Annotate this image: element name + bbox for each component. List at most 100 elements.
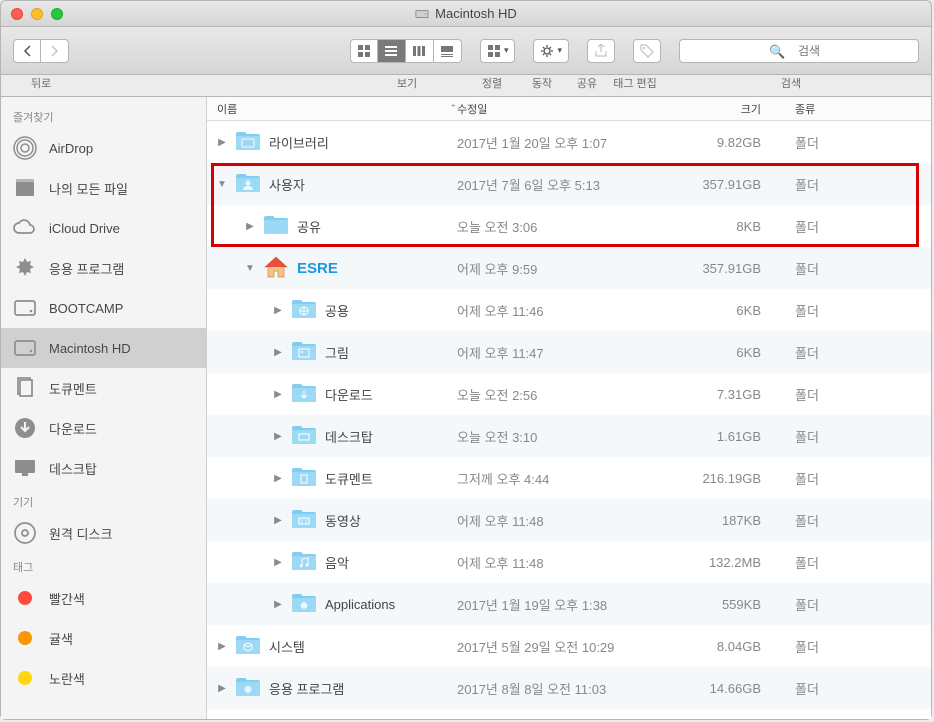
tagedit-label: 태그 편집: [607, 75, 663, 91]
view-coverflow-button[interactable]: [434, 39, 462, 63]
folder-apps-icon: [291, 592, 317, 617]
action-button[interactable]: ▾: [533, 39, 569, 63]
sidebar-item[interactable]: 나의 모든 파일: [1, 168, 206, 208]
disclosure-triangle[interactable]: ▶: [273, 473, 283, 484]
file-kind: 폴더: [791, 679, 931, 698]
sidebar-item-label: AirDrop: [49, 141, 93, 156]
toolbar-labels: 뒤로 보기 정렬 동작 공유 태그 편집 검색: [1, 75, 931, 97]
sidebar-item[interactable]: 노란색: [1, 658, 206, 698]
col-date-header[interactable]: 수정일: [457, 101, 681, 117]
sidebar-item[interactable]: 다운로드: [1, 408, 206, 448]
file-row[interactable]: ▼ESRE어제 오후 9:59357.91GB폴더: [207, 247, 931, 289]
file-size: 9.82GB: [681, 135, 791, 150]
disclosure-triangle[interactable]: ▶: [273, 305, 283, 316]
tag-edit-button[interactable]: [633, 39, 661, 63]
disclosure-triangle[interactable]: ▶: [217, 137, 227, 148]
file-name: ESRE: [297, 260, 338, 277]
file-size: 187KB: [681, 513, 791, 528]
search-input[interactable]: [679, 39, 919, 63]
sidebar-item[interactable]: 원격 디스크: [1, 513, 206, 553]
col-name-header[interactable]: 이름⌃: [207, 101, 457, 117]
folder-pics-icon: [291, 340, 317, 365]
hd-icon: [11, 334, 39, 362]
file-row[interactable]: ▶라이브러리2017년 1월 20일 오후 1:079.82GB폴더: [207, 121, 931, 163]
forward-button[interactable]: [41, 39, 69, 63]
file-row[interactable]: ▶음악어제 오후 11:48132.2MB폴더: [207, 541, 931, 583]
file-kind: 폴더: [791, 133, 931, 152]
back-button[interactable]: [13, 39, 41, 63]
file-size: 559KB: [681, 597, 791, 612]
file-row[interactable]: ▶공용어제 오후 11:466KB폴더: [207, 289, 931, 331]
file-kind: 폴더: [791, 385, 931, 404]
file-size: 7.31GB: [681, 387, 791, 402]
file-row[interactable]: ▶도큐멘트그저께 오후 4:44216.19GB폴더: [207, 457, 931, 499]
search-field[interactable]: 🔍: [679, 39, 919, 63]
disclosure-triangle[interactable]: ▶: [273, 515, 283, 526]
disclosure-triangle[interactable]: ▶: [273, 347, 283, 358]
disclosure-triangle[interactable]: ▶: [273, 599, 283, 610]
body: 즐겨찾기AirDrop나의 모든 파일iCloud Drive응용 프로그램BO…: [1, 97, 931, 719]
sidebar-item-label: 다운로드: [49, 419, 97, 438]
toolbar: ▾ ▾ 🔍: [1, 27, 931, 75]
sidebar-item-label: 귤색: [49, 629, 73, 648]
view-column-button[interactable]: [406, 39, 434, 63]
sidebar-item[interactable]: 빨간색: [1, 578, 206, 618]
file-row[interactable]: ▶응용 프로그램2017년 8월 8일 오전 11:0314.66GB폴더: [207, 667, 931, 709]
file-row[interactable]: ▶시스템2017년 5월 29일 오전 10:298.04GB폴더: [207, 625, 931, 667]
view-list-button[interactable]: [378, 39, 406, 63]
sidebar-item[interactable]: AirDrop: [1, 128, 206, 168]
file-date: 2017년 8월 8일 오전 11:03: [457, 679, 681, 698]
file-row[interactable]: ▶공유오늘 오전 3:068KB폴더: [207, 205, 931, 247]
maximize-button[interactable]: [51, 8, 63, 20]
disclosure-triangle[interactable]: ▶: [273, 431, 283, 442]
file-row[interactable]: ▶Applications2017년 1월 19일 오후 1:38559KB폴더: [207, 583, 931, 625]
disclosure-triangle[interactable]: ▶: [273, 389, 283, 400]
sidebar-item-label: 노란색: [49, 669, 85, 688]
view-icon-button[interactable]: [350, 39, 378, 63]
col-size-header[interactable]: 크기: [681, 101, 791, 117]
tag-icon: [11, 664, 39, 692]
file-size: 8KB: [681, 219, 791, 234]
disclosure-triangle[interactable]: ▼: [217, 179, 227, 190]
file-date: 오늘 오전 2:56: [457, 385, 681, 404]
file-row[interactable]: ▶데스크탑오늘 오전 3:101.61GB폴더: [207, 415, 931, 457]
sidebar-item[interactable]: iCloud Drive: [1, 208, 206, 248]
folder-sys2-icon: [235, 634, 261, 659]
share-button[interactable]: [587, 39, 615, 63]
file-size: 216.19GB: [681, 471, 791, 486]
sidebar-item[interactable]: 데스크탑: [1, 448, 206, 488]
file-date: 어제 오후 11:48: [457, 511, 681, 530]
file-name: 데스크탑: [325, 427, 373, 446]
file-row[interactable]: ▶그림어제 오후 11:476KB폴더: [207, 331, 931, 373]
sidebar-heading: 기기: [1, 488, 206, 513]
disclosure-triangle[interactable]: ▶: [273, 557, 283, 568]
sidebar-item[interactable]: 귤색: [1, 618, 206, 658]
disclosure-triangle[interactable]: ▶: [217, 641, 227, 652]
tag-icon: [11, 584, 39, 612]
disclosure-triangle[interactable]: ▶: [217, 683, 227, 694]
minimize-button[interactable]: [31, 8, 43, 20]
file-size: 132.2MB: [681, 555, 791, 570]
disclosure-triangle[interactable]: ▶: [245, 221, 255, 232]
col-kind-header[interactable]: 종류: [791, 101, 931, 117]
file-size: 14.66GB: [681, 681, 791, 696]
close-button[interactable]: [11, 8, 23, 20]
file-date: 2017년 5월 29일 오전 10:29: [457, 637, 681, 656]
arrange-button[interactable]: ▾: [480, 39, 516, 63]
sort-label: 정렬: [467, 75, 517, 91]
airdrop-icon: [11, 134, 39, 162]
file-kind: 폴더: [791, 511, 931, 530]
sidebar-item[interactable]: BOOTCAMP: [1, 288, 206, 328]
disclosure-triangle[interactable]: ▼: [245, 263, 255, 274]
sidebar-item[interactable]: 도큐멘트: [1, 368, 206, 408]
file-kind: 폴더: [791, 469, 931, 488]
sidebar-item[interactable]: 응용 프로그램: [1, 248, 206, 288]
file-row[interactable]: ▶동영상어제 오후 11:48187KB폴더: [207, 499, 931, 541]
sidebar-item-label: 응용 프로그램: [49, 259, 124, 278]
sidebar-item[interactable]: Macintosh HD: [1, 328, 206, 368]
file-kind: 폴더: [791, 427, 931, 446]
file-list: ▶라이브러리2017년 1월 20일 오후 1:079.82GB폴더▼사용자20…: [207, 121, 931, 719]
file-row[interactable]: ▶다운로드오늘 오전 2:567.31GB폴더: [207, 373, 931, 415]
hd-icon: [11, 294, 39, 322]
file-row[interactable]: ▼사용자2017년 7월 6일 오후 5:13357.91GB폴더: [207, 163, 931, 205]
